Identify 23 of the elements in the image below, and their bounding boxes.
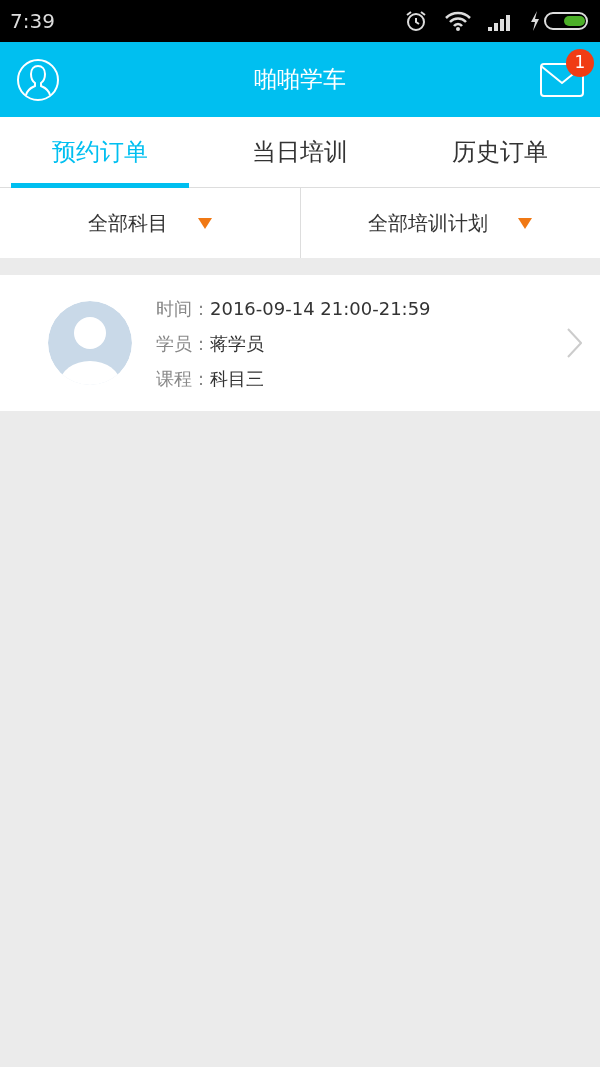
charging-icon [530,11,540,31]
filter-dropdown[interactable]: 全部培训计划 [299,188,600,258]
clock-text: 7:39 [10,8,55,35]
dropdown-arrow-icon [197,217,212,229]
wifi-icon [444,11,472,31]
order-card[interactable]: 时间：2016-09-14 21:00-21:59 学员：蒋学员 课程：科目三 [0,275,600,411]
profile-icon[interactable] [16,57,60,102]
tab[interactable]: 当日培训 [211,117,389,188]
filter-dropdown[interactable]: 全部科目 [0,188,300,258]
field-value: 2016-09-14 21:00-21:59 [210,296,431,321]
chevron-right-icon [566,328,582,358]
field-label: 课程： [156,366,210,391]
tab[interactable]: 历史订单 [411,117,589,188]
avatar-icon [48,301,132,385]
unread-badge: 1 [566,48,594,77]
alarm-icon [404,9,428,33]
field-label: 学员： [156,331,210,356]
field-value: 科目三 [210,366,264,391]
app-title: 啪啪学车 [254,65,346,95]
field-label: 时间： [156,296,210,321]
field-value: 蒋学员 [210,331,264,356]
battery-icon [544,11,590,31]
dropdown-arrow-icon [518,217,533,229]
